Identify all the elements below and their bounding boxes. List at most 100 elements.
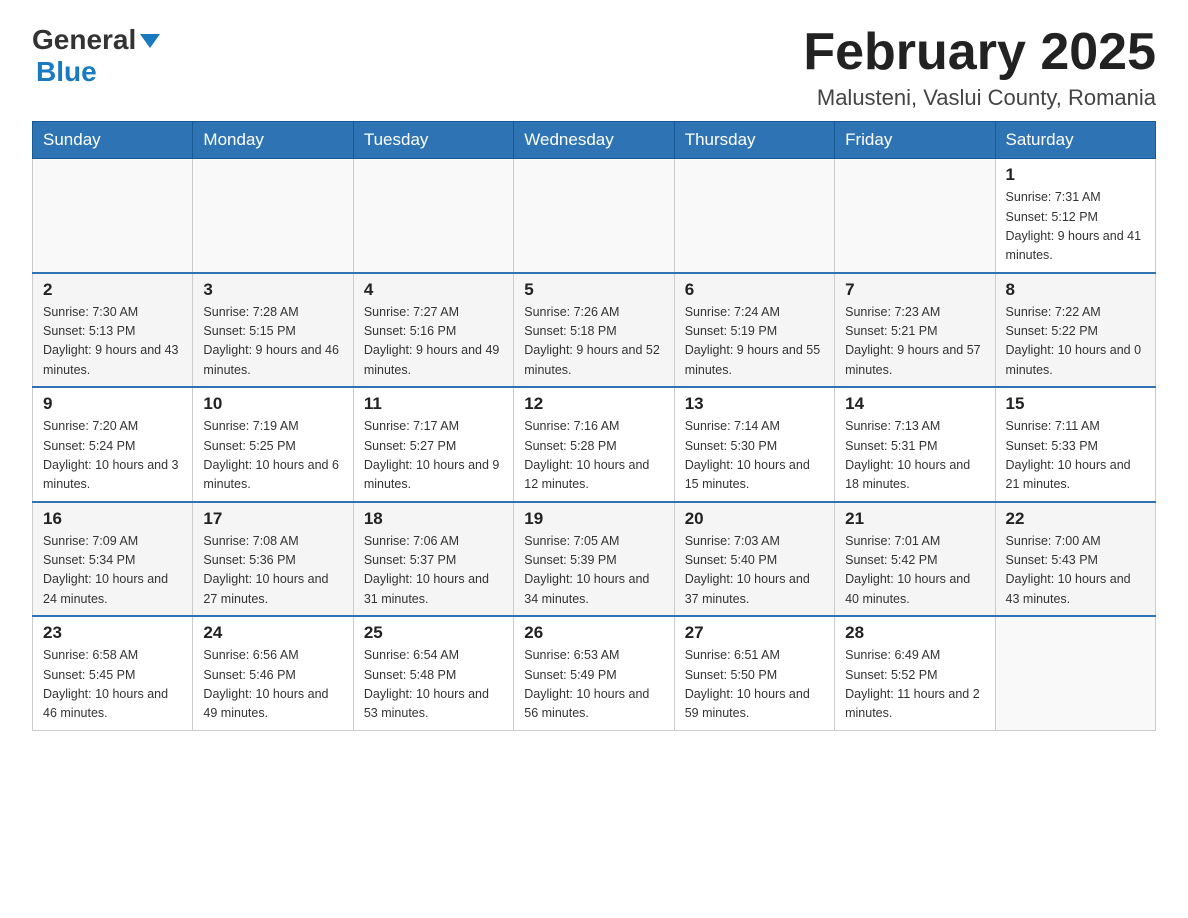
day-info: Sunrise: 6:54 AMSunset: 5:48 PMDaylight:… — [364, 646, 503, 724]
calendar-cell: 24 Sunrise: 6:56 AMSunset: 5:46 PMDayligh… — [193, 616, 353, 730]
calendar-cell — [33, 159, 193, 273]
title-block: February 2025 Malusteni, Vaslui County, … — [803, 24, 1156, 111]
calendar-cell: 23 Sunrise: 6:58 AMSunset: 5:45 PMDayligh… — [33, 616, 193, 730]
header-tuesday: Tuesday — [353, 122, 513, 159]
calendar-cell: 12 Sunrise: 7:16 AMSunset: 5:28 PMDayligh… — [514, 387, 674, 502]
calendar-cell: 22 Sunrise: 7:00 AMSunset: 5:43 PMDayligh… — [995, 502, 1155, 617]
calendar-cell: 9 Sunrise: 7:20 AMSunset: 5:24 PMDaylight… — [33, 387, 193, 502]
day-number: 28 — [845, 623, 984, 643]
calendar-cell: 15 Sunrise: 7:11 AMSunset: 5:33 PMDayligh… — [995, 387, 1155, 502]
calendar-cell: 3 Sunrise: 7:28 AMSunset: 5:15 PMDaylight… — [193, 273, 353, 388]
calendar-cell: 11Sunrise: 7:17 AMSunset: 5:27 PMDayligh… — [353, 387, 513, 502]
calendar-cell — [995, 616, 1155, 730]
day-number: 22 — [1006, 509, 1145, 529]
day-info: Sunrise: 6:56 AMSunset: 5:46 PMDaylight:… — [203, 646, 342, 724]
day-number: 7 — [845, 280, 984, 300]
day-number: 9 — [43, 394, 182, 414]
day-info: Sunrise: 7:05 AMSunset: 5:39 PMDaylight:… — [524, 532, 663, 610]
header-wednesday: Wednesday — [514, 122, 674, 159]
calendar-cell: 13 Sunrise: 7:14 AMSunset: 5:30 PMDayligh… — [674, 387, 834, 502]
day-info: Sunrise: 7:09 AMSunset: 5:34 PMDaylight:… — [43, 532, 182, 610]
day-number: 13 — [685, 394, 824, 414]
day-info: Sunrise: 7:01 AMSunset: 5:42 PMDaylight:… — [845, 532, 984, 610]
day-info: Sunrise: 6:58 AMSunset: 5:45 PMDaylight:… — [43, 646, 182, 724]
calendar-cell: 4 Sunrise: 7:27 AMSunset: 5:16 PMDaylight… — [353, 273, 513, 388]
day-info: Sunrise: 7:14 AMSunset: 5:30 PMDaylight:… — [685, 417, 824, 495]
calendar-cell — [514, 159, 674, 273]
calendar-cell: 8 Sunrise: 7:22 AMSunset: 5:22 PMDaylight… — [995, 273, 1155, 388]
day-number: 21 — [845, 509, 984, 529]
day-number: 27 — [685, 623, 824, 643]
day-info: Sunrise: 7:27 AMSunset: 5:16 PMDaylight:… — [364, 303, 503, 381]
calendar-week-row: 1Sunrise: 7:31 AMSunset: 5:12 PMDaylight… — [33, 159, 1156, 273]
calendar-cell: 18Sunrise: 7:06 AMSunset: 5:37 PMDayligh… — [353, 502, 513, 617]
day-number: 25 — [364, 623, 503, 643]
header-thursday: Thursday — [674, 122, 834, 159]
calendar-cell: 21 Sunrise: 7:01 AMSunset: 5:42 PMDayligh… — [835, 502, 995, 617]
day-info: Sunrise: 7:26 AMSunset: 5:18 PMDaylight:… — [524, 303, 663, 381]
calendar-cell — [353, 159, 513, 273]
header-sunday: Sunday — [33, 122, 193, 159]
calendar-week-row: 2 Sunrise: 7:30 AMSunset: 5:13 PMDaylight… — [33, 273, 1156, 388]
day-info: Sunrise: 7:13 AMSunset: 5:31 PMDaylight:… — [845, 417, 984, 495]
day-number: 14 — [845, 394, 984, 414]
page-header: General Blue February 2025 Malusteni, Va… — [32, 24, 1156, 111]
day-info: Sunrise: 7:08 AMSunset: 5:36 PMDaylight:… — [203, 532, 342, 610]
calendar-cell: 17 Sunrise: 7:08 AMSunset: 5:36 PMDayligh… — [193, 502, 353, 617]
day-info: Sunrise: 7:16 AMSunset: 5:28 PMDaylight:… — [524, 417, 663, 495]
day-number: 26 — [524, 623, 663, 643]
day-number: 3 — [203, 280, 342, 300]
calendar-cell: 27 Sunrise: 6:51 AMSunset: 5:50 PMDayligh… — [674, 616, 834, 730]
day-number: 4 — [364, 280, 503, 300]
day-number: 24 — [203, 623, 342, 643]
day-number: 18 — [364, 509, 503, 529]
day-info: Sunrise: 7:11 AMSunset: 5:33 PMDaylight:… — [1006, 417, 1145, 495]
calendar-cell: 5 Sunrise: 7:26 AMSunset: 5:18 PMDaylight… — [514, 273, 674, 388]
day-info: Sunrise: 7:24 AMSunset: 5:19 PMDaylight:… — [685, 303, 824, 381]
day-number: 20 — [685, 509, 824, 529]
calendar-week-row: 23 Sunrise: 6:58 AMSunset: 5:45 PMDayligh… — [33, 616, 1156, 730]
calendar-cell: 26 Sunrise: 6:53 AMSunset: 5:49 PMDayligh… — [514, 616, 674, 730]
day-number: 19 — [524, 509, 663, 529]
calendar-header-row: SundayMondayTuesdayWednesdayThursdayFrid… — [33, 122, 1156, 159]
day-number: 6 — [685, 280, 824, 300]
calendar-cell — [193, 159, 353, 273]
calendar-table: SundayMondayTuesdayWednesdayThursdayFrid… — [32, 121, 1156, 731]
calendar-title: February 2025 — [803, 24, 1156, 81]
logo-general-text: General — [32, 24, 136, 56]
day-info: Sunrise: 7:00 AMSunset: 5:43 PMDaylight:… — [1006, 532, 1145, 610]
day-info: Sunrise: 7:23 AMSunset: 5:21 PMDaylight:… — [845, 303, 984, 381]
day-info: Sunrise: 6:49 AMSunset: 5:52 PMDaylight:… — [845, 646, 984, 724]
day-number: 15 — [1006, 394, 1145, 414]
calendar-week-row: 16 Sunrise: 7:09 AMSunset: 5:34 PMDayligh… — [33, 502, 1156, 617]
header-monday: Monday — [193, 122, 353, 159]
day-info: Sunrise: 7:28 AMSunset: 5:15 PMDaylight:… — [203, 303, 342, 381]
calendar-cell: 28 Sunrise: 6:49 AMSunset: 5:52 PMDayligh… — [835, 616, 995, 730]
logo: General Blue — [32, 24, 160, 88]
calendar-cell: 20 Sunrise: 7:03 AMSunset: 5:40 PMDayligh… — [674, 502, 834, 617]
calendar-cell: 25 Sunrise: 6:54 AMSunset: 5:48 PMDayligh… — [353, 616, 513, 730]
header-friday: Friday — [835, 122, 995, 159]
day-info: Sunrise: 6:51 AMSunset: 5:50 PMDaylight:… — [685, 646, 824, 724]
day-info: Sunrise: 7:22 AMSunset: 5:22 PMDaylight:… — [1006, 303, 1145, 381]
day-number: 12 — [524, 394, 663, 414]
day-number: 8 — [1006, 280, 1145, 300]
day-info: Sunrise: 7:31 AMSunset: 5:12 PMDaylight:… — [1006, 188, 1145, 266]
calendar-cell: 16 Sunrise: 7:09 AMSunset: 5:34 PMDayligh… — [33, 502, 193, 617]
day-info: Sunrise: 6:53 AMSunset: 5:49 PMDaylight:… — [524, 646, 663, 724]
calendar-cell — [674, 159, 834, 273]
calendar-cell: 19 Sunrise: 7:05 AMSunset: 5:39 PMDayligh… — [514, 502, 674, 617]
calendar-cell: 14 Sunrise: 7:13 AMSunset: 5:31 PMDayligh… — [835, 387, 995, 502]
day-number: 2 — [43, 280, 182, 300]
day-number: 11 — [364, 394, 503, 414]
calendar-cell: 10Sunrise: 7:19 AMSunset: 5:25 PMDayligh… — [193, 387, 353, 502]
calendar-week-row: 9 Sunrise: 7:20 AMSunset: 5:24 PMDaylight… — [33, 387, 1156, 502]
day-number: 16 — [43, 509, 182, 529]
day-info: Sunrise: 7:30 AMSunset: 5:13 PMDaylight:… — [43, 303, 182, 381]
day-number: 23 — [43, 623, 182, 643]
calendar-cell: 2 Sunrise: 7:30 AMSunset: 5:13 PMDaylight… — [33, 273, 193, 388]
day-number: 17 — [203, 509, 342, 529]
day-info: Sunrise: 7:20 AMSunset: 5:24 PMDaylight:… — [43, 417, 182, 495]
day-number: 5 — [524, 280, 663, 300]
day-info: Sunrise: 7:03 AMSunset: 5:40 PMDaylight:… — [685, 532, 824, 610]
